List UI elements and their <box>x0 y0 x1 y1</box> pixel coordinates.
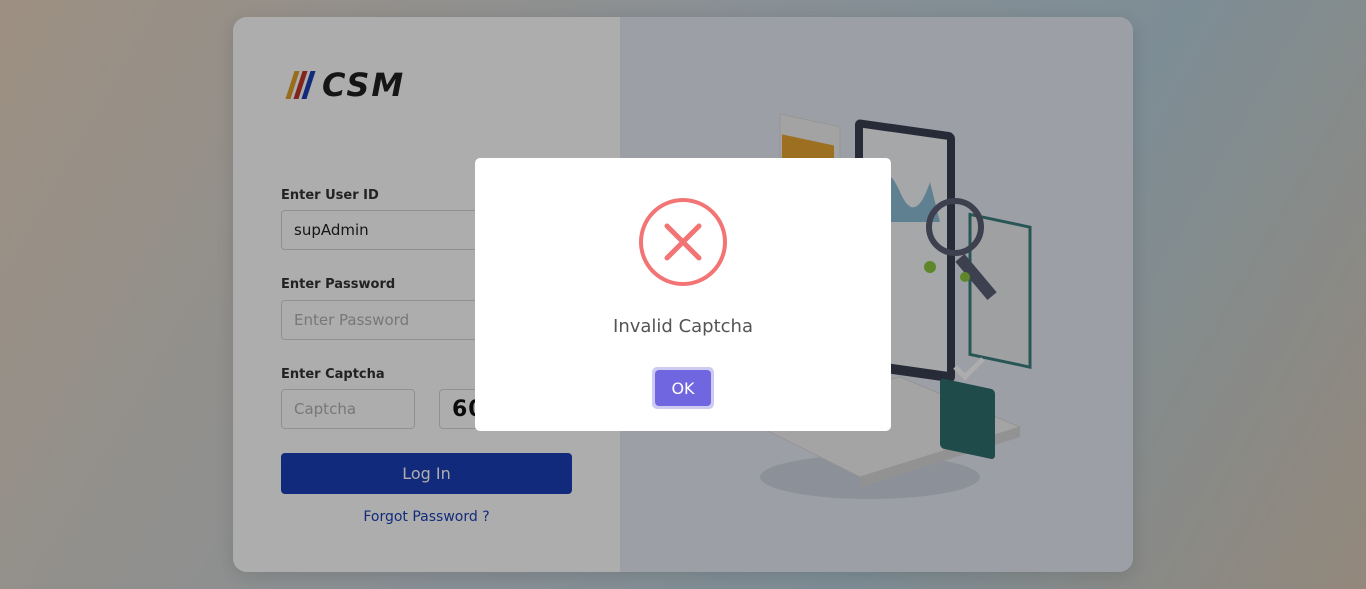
error-x-icon <box>639 198 727 286</box>
dialog-message: Invalid Captcha <box>613 316 753 337</box>
ok-button-focus-ring: OK <box>652 367 714 409</box>
error-dialog: Invalid Captcha OK <box>475 158 891 431</box>
ok-button[interactable]: OK <box>655 370 711 406</box>
